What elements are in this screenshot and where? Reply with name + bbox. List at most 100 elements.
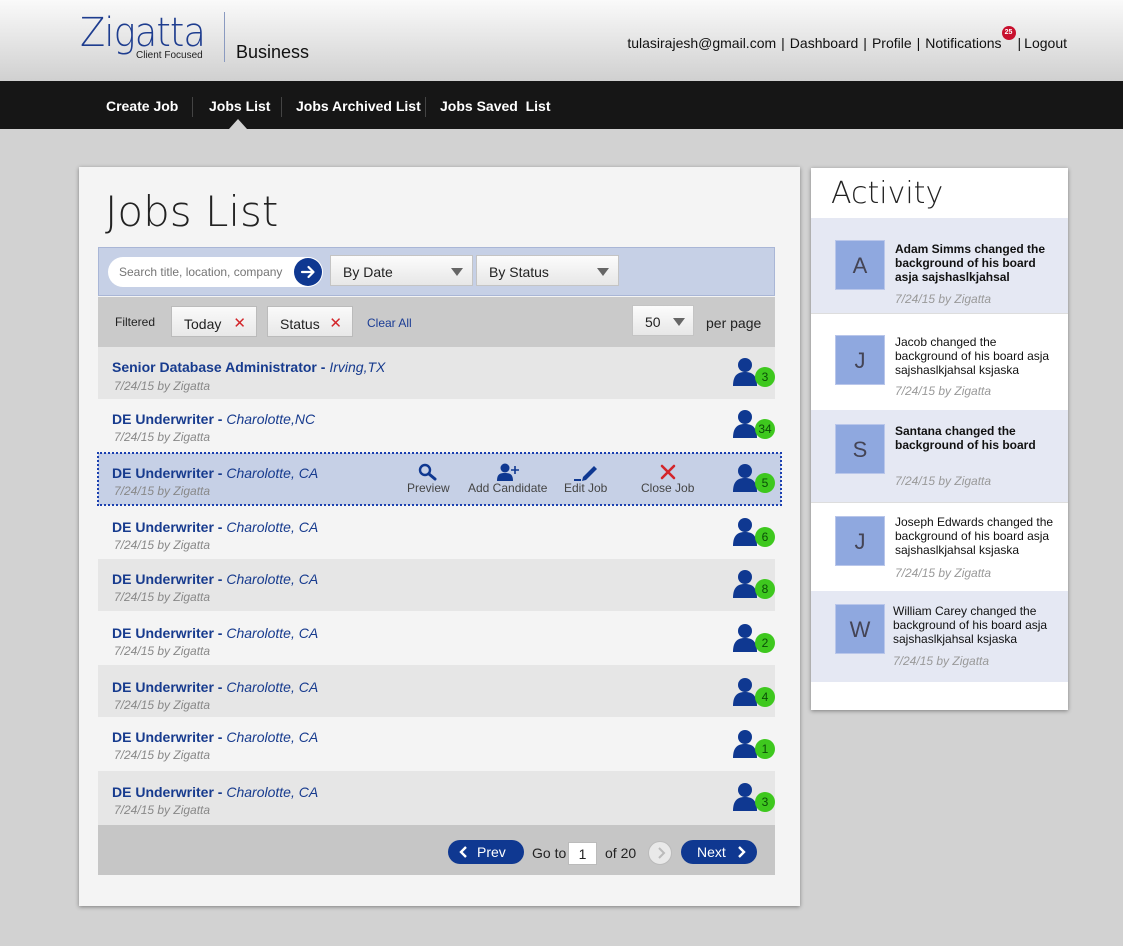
search-submit-button[interactable] xyxy=(294,258,322,286)
clear-all-link[interactable]: Clear All xyxy=(367,316,412,330)
dashboard-link[interactable]: Dashboard xyxy=(790,35,859,51)
add-candidate-label: Add Candidate xyxy=(468,481,548,495)
candidates-indicator[interactable]: 3 xyxy=(733,357,775,387)
candidates-indicator[interactable]: 8 xyxy=(733,569,775,599)
dropdown-arrow-icon xyxy=(451,268,463,276)
logo-tagline: Client Focused xyxy=(136,50,203,61)
per-page-value: 50 xyxy=(645,314,661,330)
job-meta: 7/24/15 by Zigatta xyxy=(114,484,211,498)
logout-link[interactable]: Logout xyxy=(1024,35,1067,51)
date-dropdown[interactable]: By Date xyxy=(330,255,473,286)
add-candidate-button[interactable]: Add Candidate xyxy=(468,463,547,495)
job-row[interactable]: DE Underwriter - Charolotte, CA 7/24/15 … xyxy=(98,665,775,717)
per-page-dropdown[interactable]: 50 xyxy=(632,305,694,336)
chevron-left-icon xyxy=(459,846,467,858)
activity-meta: 7/24/15 by Zigatta xyxy=(895,292,992,306)
job-title[interactable]: DE Underwriter - Charolotte, CA xyxy=(112,729,318,745)
nav-jobs-archived-list[interactable]: Jobs Archived List xyxy=(296,81,421,129)
profile-link[interactable]: Profile xyxy=(872,35,912,51)
job-row[interactable]: DE Underwriter - Charolotte, CA 7/24/15 … xyxy=(98,559,775,611)
job-title-text: DE Underwriter xyxy=(112,519,214,535)
edit-job-button[interactable]: Edit Job xyxy=(564,463,607,495)
chip-label: Status xyxy=(280,316,320,332)
job-title[interactable]: DE Underwriter - Charolotte, CA xyxy=(112,519,318,535)
close-job-button[interactable]: Close Job xyxy=(641,463,694,495)
next-page-disabled-button[interactable] xyxy=(648,841,672,865)
page-title: Jobs List xyxy=(105,187,279,236)
job-location: Irving,TX xyxy=(329,359,386,375)
job-title[interactable]: DE Underwriter - Charolotte,NC xyxy=(112,411,315,427)
job-row[interactable]: DE Underwriter - Charolotte, CA 7/24/15 … xyxy=(98,611,775,665)
job-title-text: DE Underwriter xyxy=(112,784,214,800)
notifications-link[interactable]: Notifications 25 xyxy=(925,26,1016,51)
job-meta: 7/24/15 by Zigatta xyxy=(114,698,211,712)
job-location: Charolotte, CA xyxy=(226,571,319,587)
activity-text: Adam Simms changed the background of his… xyxy=(895,242,1046,284)
job-row[interactable]: Senior Database Administrator - Irving,T… xyxy=(98,347,775,399)
preview-button[interactable]: Preview xyxy=(407,463,450,495)
search-input[interactable] xyxy=(119,265,289,279)
candidate-count-badge: 2 xyxy=(755,633,775,653)
nav-jobs-saved-list[interactable]: Jobs Saved List xyxy=(440,81,550,129)
job-location: Charolotte, CA xyxy=(226,519,319,535)
job-title-text: DE Underwriter xyxy=(112,729,214,745)
job-title-text: DE Underwriter xyxy=(112,465,214,481)
avatar: J xyxy=(835,516,885,566)
separator: | xyxy=(781,35,785,51)
dropdown-arrow-icon xyxy=(597,268,609,276)
candidates-indicator[interactable]: 3 xyxy=(733,782,775,812)
status-dropdown[interactable]: By Status xyxy=(476,255,619,286)
job-row[interactable]: DE Underwriter - Charolotte, CA 7/24/15 … xyxy=(98,717,775,771)
prev-button[interactable]: Prev xyxy=(448,840,524,864)
candidates-indicator[interactable]: 34 xyxy=(733,409,775,439)
job-title[interactable]: DE Underwriter - Charolotte, CA xyxy=(112,571,318,587)
section-title: Business xyxy=(236,42,310,62)
job-title[interactable]: DE Underwriter - Charolotte, CA xyxy=(112,679,318,695)
main-nav: Create Job Jobs List Jobs Archived List … xyxy=(0,81,1123,129)
job-meta: 7/24/15 by Zigatta xyxy=(114,748,211,762)
job-title[interactable]: DE Underwriter - Charolotte, CA xyxy=(112,784,318,800)
prev-label: Prev xyxy=(477,844,506,860)
job-title-text: DE Underwriter xyxy=(112,679,214,695)
avatar: J xyxy=(835,335,885,385)
page-number-input[interactable]: 1 xyxy=(568,842,597,865)
candidate-count-badge: 3 xyxy=(755,367,775,387)
job-row-selected[interactable]: DE Underwriter - Charolotte, CA 7/24/15 … xyxy=(97,452,782,506)
user-email-link[interactable]: tulasirajesh@gmail.com xyxy=(627,35,776,51)
candidates-indicator[interactable]: 6 xyxy=(733,517,775,547)
job-row[interactable]: DE Underwriter - Charolotte, CA 7/24/15 … xyxy=(98,771,775,825)
job-row[interactable]: DE Underwriter - Charolotte, CA 7/24/15 … xyxy=(98,507,775,559)
job-location: Charolotte, CA xyxy=(226,729,319,745)
filter-chip-today: Today ✕ xyxy=(171,306,257,337)
job-meta: 7/24/15 by Zigatta xyxy=(114,538,211,552)
close-icon[interactable]: ✕ xyxy=(233,314,246,332)
activity-item[interactable]: J Joseph Edwards changed the background … xyxy=(811,502,1068,591)
job-meta: 7/24/15 by Zigatta xyxy=(114,644,211,658)
job-meta: 7/24/15 by Zigatta xyxy=(114,379,211,393)
job-title[interactable]: Senior Database Administrator - Irving,T… xyxy=(112,359,385,375)
job-title[interactable]: DE Underwriter - Charolotte, CA xyxy=(112,465,318,481)
candidates-indicator[interactable]: 5 xyxy=(733,463,775,493)
notifications-label: Notifications xyxy=(925,35,1002,51)
activity-text: Santana changed the background of his bo… xyxy=(895,424,1036,452)
candidates-indicator[interactable]: 4 xyxy=(733,677,775,707)
activity-item[interactable]: W William Carey changed the background o… xyxy=(811,591,1068,682)
next-button[interactable]: Next xyxy=(681,840,757,864)
candidates-indicator[interactable]: 2 xyxy=(733,623,775,653)
activity-text: Joseph Edwards changed the background of… xyxy=(895,515,1054,557)
nav-divider xyxy=(192,97,193,117)
activity-item[interactable]: A Adam Simms changed the background of h… xyxy=(811,218,1068,313)
activity-item[interactable]: J Jacob changed the background of his bo… xyxy=(811,313,1068,410)
activity-meta: 7/24/15 by Zigatta xyxy=(895,384,992,398)
close-icon xyxy=(660,464,675,480)
candidates-indicator[interactable]: 1 xyxy=(733,729,775,759)
nav-create-job[interactable]: Create Job xyxy=(106,81,178,129)
search-bar: By Date By Status xyxy=(98,247,775,296)
job-row[interactable]: DE Underwriter - Charolotte,NC 7/24/15 b… xyxy=(98,399,775,451)
filtered-label: Filtered xyxy=(115,315,156,329)
nav-divider xyxy=(425,97,426,117)
close-icon[interactable]: ✕ xyxy=(329,314,342,332)
activity-item[interactable]: S Santana changed the background of his … xyxy=(811,410,1068,502)
activity-title: Activity xyxy=(831,176,944,211)
job-title[interactable]: DE Underwriter - Charolotte, CA xyxy=(112,625,318,641)
